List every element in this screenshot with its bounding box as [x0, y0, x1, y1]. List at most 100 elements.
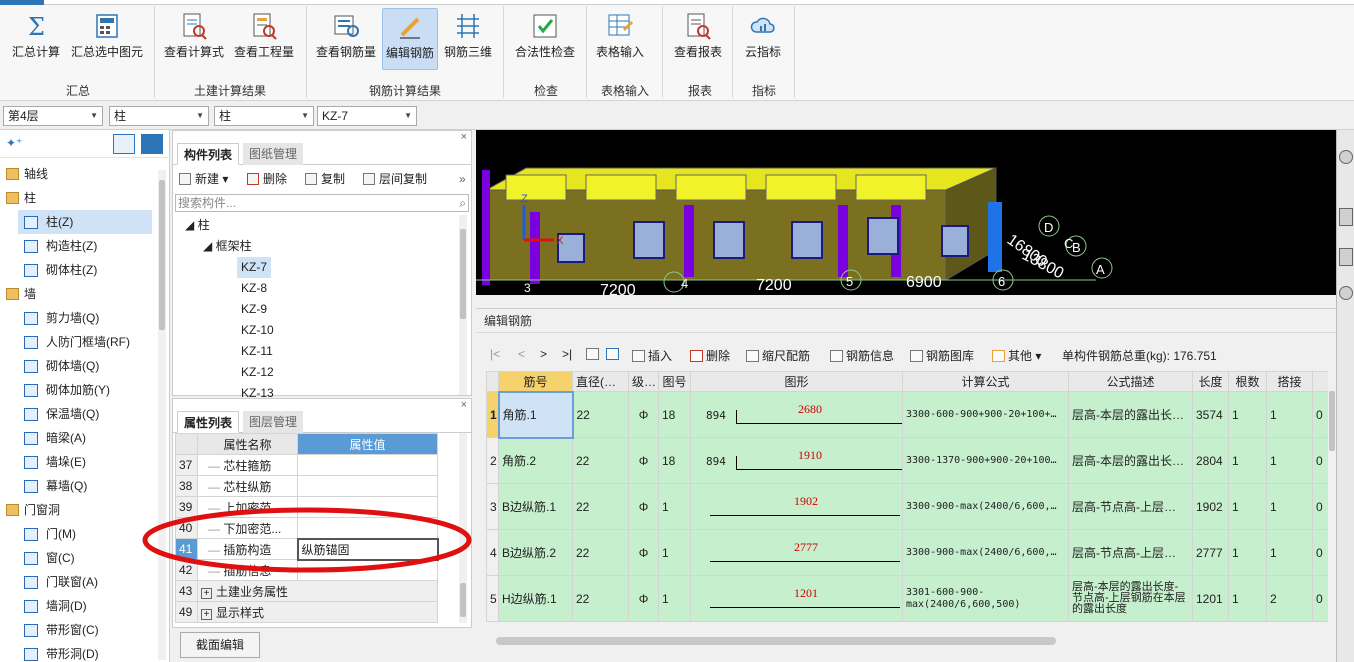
- last-button[interactable]: >|: [562, 347, 572, 361]
- nav-scrollbar[interactable]: [158, 170, 166, 660]
- rebar-cell-len[interactable]: 1902: [1192, 483, 1229, 530]
- floor-select[interactable]: 第4层 ▼: [3, 106, 103, 126]
- sidebar-item[interactable]: 窗(C): [18, 546, 152, 570]
- validity-check-button[interactable]: 合法性检查: [510, 8, 580, 70]
- rebar-cell-name[interactable]: H边纵筋.1: [498, 575, 573, 622]
- view-rebar-button[interactable]: 查看钢筋量: [312, 8, 380, 70]
- sidebar-item[interactable]: 砌体柱(Z): [18, 258, 152, 282]
- rebar-cell-name[interactable]: 角筋.1: [497, 390, 574, 439]
- zoom-icon[interactable]: [1339, 286, 1353, 300]
- grid-view-icon[interactable]: [141, 134, 163, 154]
- rebar-cell-name[interactable]: 角筋.2: [498, 437, 573, 484]
- view-report-button[interactable]: 查看报表: [670, 8, 726, 70]
- rebar-col-header[interactable]: 公式描述: [1068, 371, 1193, 392]
- rebar-3d-button[interactable]: 钢筋三维: [440, 8, 496, 70]
- insert-button[interactable]: 插入: [632, 347, 672, 364]
- close-icon[interactable]: ×: [461, 399, 467, 411]
- edit-rebar-button[interactable]: 编辑钢筋: [382, 8, 438, 70]
- tree-item[interactable]: KZ-12: [237, 362, 278, 383]
- sparkle-icon[interactable]: ✦⁺: [6, 136, 22, 150]
- scale-rebar-button[interactable]: 缩尺配筋: [746, 347, 810, 364]
- cloud-index-button[interactable]: 云指标: [738, 8, 788, 70]
- view-formula-button[interactable]: 查看计算式: [160, 8, 228, 70]
- rebar-row[interactable]: 4 B边纵筋.2 22 Φ 1 2777 3300-900-max(2400/6,600,……: [486, 529, 1332, 576]
- tab-component-list[interactable]: 构件列表: [177, 143, 240, 165]
- rebar-cell-count[interactable]: 1: [1228, 483, 1267, 530]
- property-row[interactable]: 38— 芯柱纵筋: [175, 475, 438, 497]
- close-icon[interactable]: ×: [461, 131, 467, 143]
- rebar-cell-formula[interactable]: 3301-600-900-max(2400/6,600,500): [902, 575, 1069, 622]
- sidebar-item[interactable]: 柱(Z): [18, 210, 152, 234]
- rebar-col-header[interactable]: 级别: [628, 371, 659, 392]
- tree-group[interactable]: ◢ 框架柱: [203, 236, 252, 257]
- property-row[interactable]: 43 + 土建业务属性: [175, 580, 438, 602]
- delete-row-button[interactable]: 删除: [690, 347, 730, 364]
- rebar-cell-dia[interactable]: 22: [572, 529, 629, 576]
- delete-button[interactable]: 删除: [247, 171, 287, 189]
- rebar-cell-desc[interactable]: 层高-节点高-上层…: [1068, 483, 1193, 530]
- rebar-row[interactable]: 3 B边纵筋.1 22 Φ 1 1902 3300-900-max(2400/6,600,……: [486, 483, 1332, 530]
- rebar-col-header[interactable]: 直径(mm): [572, 371, 629, 392]
- rebar-cell-name[interactable]: B边纵筋.1: [498, 483, 573, 530]
- next-button[interactable]: >: [540, 347, 547, 361]
- sidebar-item[interactable]: 墙: [0, 282, 158, 306]
- sidebar-item[interactable]: 砌体加筋(Y): [18, 378, 152, 402]
- rebar-cell-formula[interactable]: 3300-600-900+900-20+100+…: [902, 391, 1069, 438]
- rebar-cell-len[interactable]: 1201: [1192, 575, 1229, 622]
- rebar-cell-lap[interactable]: 1: [1266, 391, 1313, 438]
- sidebar-item[interactable]: 构造柱(Z): [18, 234, 152, 258]
- rebar-cell-lap[interactable]: 2: [1266, 575, 1313, 622]
- move-down-icon[interactable]: [606, 347, 622, 361]
- type-select[interactable]: 柱 ▼: [214, 106, 314, 126]
- sidebar-item[interactable]: 门窗洞: [0, 498, 158, 522]
- sidebar-item[interactable]: 门联窗(A): [18, 570, 152, 594]
- view-cube-icon[interactable]: [1339, 208, 1353, 226]
- rebar-cell-grade[interactable]: Φ: [628, 575, 659, 622]
- rebar-cell-count[interactable]: 1: [1228, 575, 1267, 622]
- component-select[interactable]: KZ-7 ▼: [317, 106, 417, 126]
- sidebar-item[interactable]: 柱: [0, 186, 158, 210]
- rebar-cell-dia[interactable]: 22: [572, 437, 629, 484]
- sidebar-item[interactable]: 带形窗(C): [18, 618, 152, 642]
- rebar-cell-fig[interactable]: 1: [658, 529, 691, 576]
- rebar-info-button[interactable]: 钢筋信息: [830, 347, 894, 364]
- rebar-cell-grade[interactable]: Φ: [628, 437, 659, 484]
- sidebar-item[interactable]: 暗梁(A): [18, 426, 152, 450]
- tree-scrollbar[interactable]: [459, 215, 467, 395]
- rebar-row[interactable]: 2 角筋.2 22 Φ 18 894 1910 3300-1370-900+900-20+10…: [486, 437, 1332, 484]
- rebar-cell-desc[interactable]: 层高-本层的露出长…: [1068, 391, 1193, 438]
- rebar-col-header[interactable]: 图号: [658, 371, 691, 392]
- rebar-row[interactable]: 5 H边纵筋.1 22 Φ 1 1201 3301-600-900-max(2400/6,6…: [486, 575, 1332, 622]
- orbit-icon[interactable]: [1339, 150, 1353, 164]
- table-input-button[interactable]: 表格输入: [592, 8, 648, 70]
- summary-calc-button[interactable]: Σ 汇总计算: [8, 8, 64, 70]
- view-quantity-button[interactable]: 查看工程量: [230, 8, 298, 70]
- sidebar-item[interactable]: 轴线: [0, 162, 158, 186]
- property-row[interactable]: 49 + 显示样式: [175, 601, 438, 623]
- layer-icon[interactable]: [1339, 248, 1353, 266]
- rebar-cell-lap[interactable]: 1: [1266, 483, 1313, 530]
- tree-item[interactable]: KZ-11: [237, 341, 277, 362]
- rebar-cell-dia[interactable]: 22: [572, 483, 629, 530]
- property-value-field[interactable]: [297, 454, 438, 476]
- rebar-cell-fig[interactable]: 1: [658, 575, 691, 622]
- rebar-cell-desc[interactable]: 层高-节点高-上层…: [1068, 529, 1193, 576]
- sidebar-item[interactable]: 砌体墙(Q): [18, 354, 152, 378]
- rebar-cell-desc[interactable]: 层高-本层的露出长度-节点高-上层钢筋在本层的露出长度: [1068, 575, 1193, 622]
- sidebar-item[interactable]: 剪力墙(Q): [18, 306, 152, 330]
- editor-hscrollbar[interactable]: [496, 637, 1056, 645]
- rebar-col-header[interactable]: 筋号: [498, 371, 573, 392]
- tree-root[interactable]: ◢ 柱: [185, 215, 210, 236]
- rebar-library-button[interactable]: 钢筋图库: [910, 347, 974, 364]
- rebar-cell-count[interactable]: 1: [1228, 437, 1267, 484]
- sidebar-item[interactable]: 墙垛(E): [18, 450, 152, 474]
- sidebar-item[interactable]: 保温墙(Q): [18, 402, 152, 426]
- rebar-shape-cell[interactable]: 894 2680: [690, 391, 903, 438]
- rebar-shape-cell[interactable]: 2777: [690, 529, 903, 576]
- rebar-cell-desc[interactable]: 层高-本层的露出长…: [1068, 437, 1193, 484]
- new-button[interactable]: 新建 ▾: [179, 171, 228, 189]
- property-row[interactable]: 37— 芯柱箍筋: [175, 454, 438, 476]
- tree-item[interactable]: KZ-7: [237, 257, 272, 278]
- tab-property-list[interactable]: 属性列表: [177, 411, 240, 433]
- prev-button[interactable]: <: [518, 347, 525, 361]
